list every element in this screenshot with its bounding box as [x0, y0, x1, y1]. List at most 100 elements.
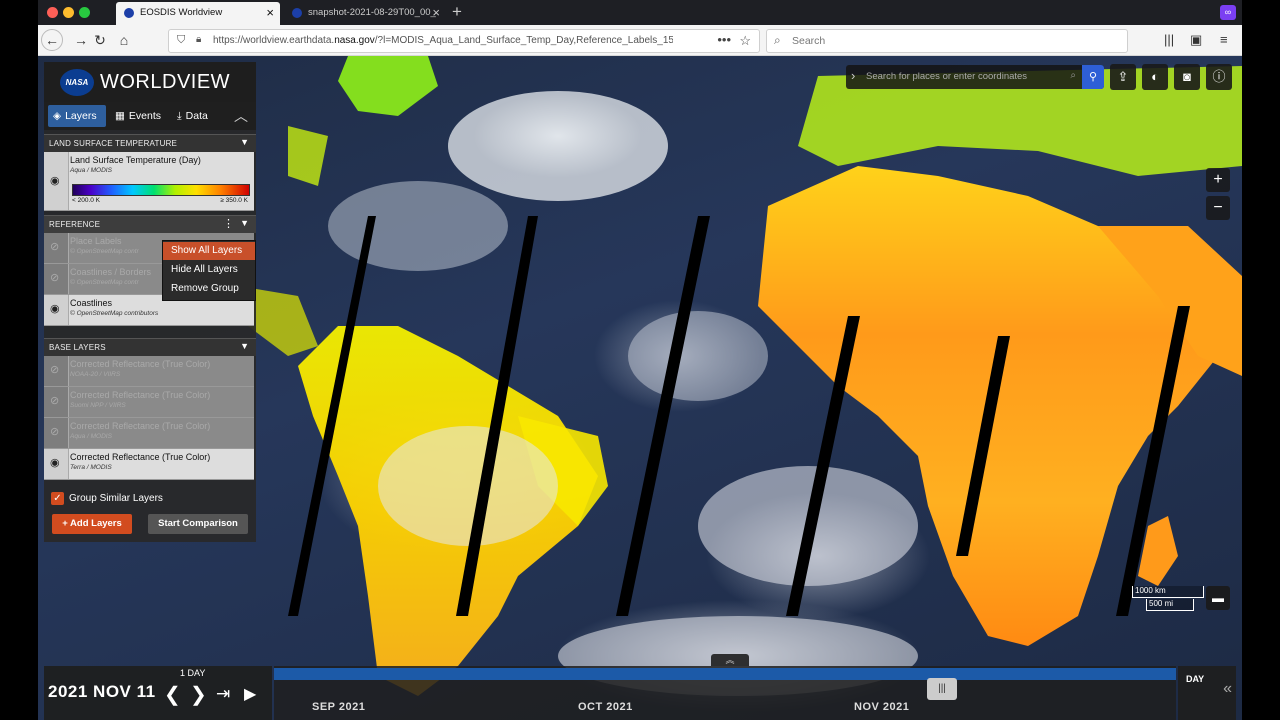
hamburger-menu-icon[interactable]: ≡	[1220, 32, 1228, 47]
browser-tab-snapshot[interactable]: snapshot-2021-08-29T00_00_ ×	[284, 2, 446, 25]
nav-bar: ← → ↻ ⌂ ⛉ 🔒︎ https://worldview.earthdata…	[38, 25, 1242, 56]
close-tab-icon[interactable]: ×	[266, 5, 274, 20]
visibility-toggle[interactable]: ◉	[44, 152, 69, 210]
colorbar-legend[interactable]	[72, 184, 250, 196]
group-context-menu: Show All Layers Hide All Layers Remove G…	[162, 240, 256, 301]
timeline-axis[interactable]: ︽ SEP 2021 OCT 2021 NOV 2021 |||	[274, 654, 1176, 720]
close-tab-icon[interactable]: ×	[432, 5, 440, 20]
worldview-logo[interactable]: NASA WORLDVIEW	[44, 62, 256, 102]
layer-source: © OpenStreetMap contr	[70, 248, 139, 255]
collapse-sidebar-icon[interactable]: ︿	[234, 106, 248, 126]
group-similar-checkbox[interactable]: ✓	[51, 492, 64, 505]
next-date-icon[interactable]: ❯	[190, 682, 207, 707]
tab-data[interactable]: ⤓ Data	[172, 105, 222, 127]
visibility-toggle[interactable]: ⊘	[44, 387, 69, 417]
caret-down-icon[interactable]: ▼	[240, 137, 249, 147]
close-window-icon[interactable]	[47, 7, 58, 18]
tab-label: Events	[128, 110, 162, 122]
eye-slash-icon[interactable]: ⊘	[50, 240, 59, 253]
zoom-out-button[interactable]: −	[1206, 196, 1230, 220]
menu-item-show-all-layers[interactable]: Show All Layers	[163, 242, 255, 260]
location-search-input[interactable]: › Search for places or enter coordinates…	[846, 65, 1104, 89]
new-tab-icon[interactable]: +	[452, 2, 462, 22]
measure-ruler-icon[interactable]: ▬	[1206, 586, 1230, 610]
visibility-toggle[interactable]: ◉	[44, 449, 69, 479]
menu-item-remove-group[interactable]: Remove Group	[163, 280, 255, 298]
chevron-right-icon[interactable]: ›	[851, 68, 855, 83]
caret-down-icon[interactable]: ▼	[240, 341, 249, 351]
add-layers-button[interactable]: + Add Layers	[52, 514, 132, 534]
lock-icon: 🔒︎	[196, 34, 202, 45]
group-header-base-layers[interactable]: BASE LAYERS ▼	[44, 338, 256, 356]
group-header-lst[interactable]: LAND SURFACE TEMPERATURE ▼	[44, 134, 256, 152]
month-label: SEP 2021	[312, 701, 366, 713]
back-icon[interactable]: ←	[41, 29, 63, 51]
collapse-timeline-icon[interactable]: «	[1223, 680, 1232, 698]
zoom-in-button[interactable]: +	[1206, 168, 1230, 192]
extension-icon[interactable]: ∞	[1220, 5, 1236, 20]
layer-item-base-noaa20[interactable]: ⊘ Corrected Reflectance (True Color) NOA…	[44, 356, 254, 387]
layer-item-lst[interactable]: ◉ Land Surface Temperature (Day) Aqua / …	[44, 152, 254, 211]
layer-name: Land Surface Temperature (Day)	[70, 155, 201, 165]
browser-tab-worldview[interactable]: EOSDIS Worldview ×	[116, 2, 280, 25]
previous-date-icon[interactable]: ❮	[164, 682, 181, 707]
group-title: LAND SURFACE TEMPERATURE	[49, 139, 178, 148]
location-pin-icon[interactable]: ⚲	[1082, 65, 1104, 89]
timeline-drag-handle[interactable]: |||	[927, 678, 957, 700]
eye-icon[interactable]: ◉	[50, 302, 60, 315]
download-icon: ⤓	[177, 110, 182, 122]
layer-name: Corrected Reflectance (True Color)	[70, 421, 211, 431]
colorbar-min: < 200.0 K	[72, 197, 101, 204]
eye-icon[interactable]: ◉	[50, 174, 60, 187]
visibility-toggle[interactable]: ⊘	[44, 418, 69, 448]
animation-video-icon[interactable]: ▶	[244, 684, 256, 704]
layer-source: Terra / MODIS	[70, 464, 112, 471]
layer-item-base-snpp[interactable]: ⊘ Corrected Reflectance (True Color) Suo…	[44, 387, 254, 418]
eye-slash-icon[interactable]: ⊘	[50, 363, 59, 376]
browser-search-input[interactable]: ⌕ Search	[766, 29, 1128, 53]
group-title: REFERENCE	[49, 220, 101, 229]
month-label: NOV 2021	[854, 701, 910, 713]
projection-globe-icon[interactable]: ◐	[1142, 64, 1168, 90]
maximize-window-icon[interactable]	[79, 7, 90, 18]
layer-name: Coastlines / Borders	[70, 267, 152, 277]
reload-icon[interactable]: ↻	[89, 29, 111, 51]
camera-icon[interactable]: ◙	[1174, 64, 1200, 90]
group-header-reference[interactable]: REFERENCE ⋮ ▼	[44, 215, 256, 233]
tab-layers[interactable]: ◈ Layers	[48, 105, 106, 127]
bookmark-star-icon[interactable]: ☆	[739, 33, 751, 49]
caret-down-icon[interactable]: ▼	[240, 218, 249, 228]
info-icon[interactable]: ⓘ	[1206, 64, 1232, 90]
url-bar[interactable]: ⛉ 🔒︎ https://worldview.earthdata.nasa.go…	[168, 29, 760, 53]
jump-to-latest-icon[interactable]: ⇥	[216, 684, 230, 704]
timeline-zoom-control: DAY «	[1178, 666, 1236, 720]
menu-item-hide-all-layers[interactable]: Hide All Layers	[163, 261, 255, 279]
share-icon[interactable]: ⇪	[1110, 64, 1136, 90]
visibility-toggle[interactable]: ⊘	[44, 356, 69, 386]
minimize-window-icon[interactable]	[63, 7, 74, 18]
sidebar-toggle-icon[interactable]: ▣	[1190, 32, 1202, 48]
colorbar-max: ≥ 350.0 K	[220, 197, 248, 204]
visibility-toggle[interactable]: ⊘	[44, 264, 69, 294]
tab-events[interactable]: ▦ Events	[110, 105, 168, 127]
layer-item-base-terra[interactable]: ◉ Corrected Reflectance (True Color) Ter…	[44, 449, 254, 480]
visibility-toggle[interactable]: ◉	[44, 295, 69, 325]
layer-source: Suomi NPP / VIIRS	[70, 402, 126, 409]
eye-slash-icon[interactable]: ⊘	[50, 271, 59, 284]
eye-icon[interactable]: ◉	[50, 456, 60, 469]
library-icon[interactable]: |||	[1164, 32, 1174, 47]
group-options-icon[interactable]: ⋮	[223, 217, 234, 230]
start-comparison-button[interactable]: Start Comparison	[148, 514, 248, 534]
eye-slash-icon[interactable]: ⊘	[50, 425, 59, 438]
group-similar-label: Group Similar Layers	[69, 493, 163, 504]
interval-label[interactable]: 1 DAY	[180, 668, 205, 678]
current-date[interactable]: 2021 NOV 11	[48, 682, 156, 702]
expand-timeline-icon[interactable]: ︽	[711, 654, 749, 666]
visibility-toggle[interactable]: ⊘	[44, 233, 69, 263]
timeline-zoom-level[interactable]: DAY	[1186, 674, 1204, 684]
eye-slash-icon[interactable]: ⊘	[50, 394, 59, 407]
layer-item-base-aqua[interactable]: ⊘ Corrected Reflectance (True Color) Aqu…	[44, 418, 254, 449]
scale-km: 1000 km	[1132, 586, 1204, 598]
home-icon[interactable]: ⌂	[113, 29, 135, 51]
page-actions-icon[interactable]: •••	[717, 32, 731, 47]
